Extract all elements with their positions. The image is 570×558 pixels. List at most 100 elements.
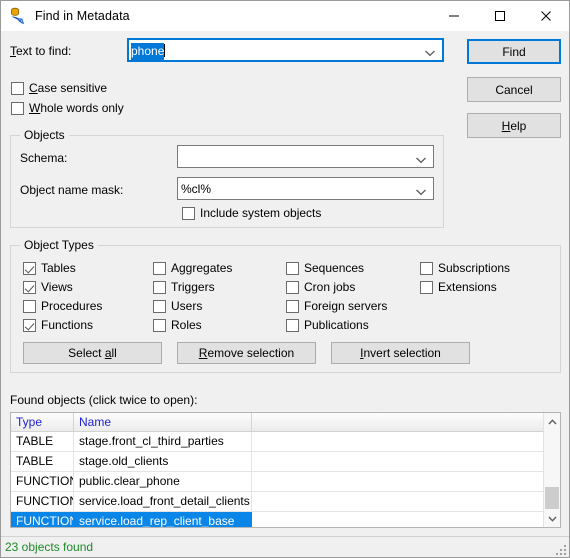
checkbox-box [23, 318, 36, 332]
object-type-label: Triggers [171, 280, 215, 294]
object-type-extensions[interactable]: Extensions [420, 280, 497, 294]
scrollbar-thumb[interactable] [545, 487, 559, 509]
cancel-button[interactable]: Cancel [467, 77, 561, 102]
find-button[interactable]: Find [467, 39, 561, 64]
cell-spacer [252, 472, 560, 491]
object-type-users[interactable]: Users [153, 299, 202, 313]
invert-selection-button[interactable]: Invert selection [331, 342, 470, 364]
object-types-group-legend: Object Types [20, 238, 98, 252]
column-header-name[interactable]: Name [74, 413, 252, 431]
object-type-label: Aggregates [171, 261, 233, 275]
cell-spacer [252, 492, 560, 511]
object-type-label: Tables [41, 261, 76, 275]
object-type-label: Foreign servers [304, 299, 388, 313]
list-header-row: Type Name [11, 413, 560, 432]
cell-type: FUNCTION [11, 512, 74, 527]
objects-group-legend: Objects [20, 128, 69, 142]
remove-selection-label: Remove selection [198, 346, 295, 360]
include-system-objects-checkbox[interactable]: Include system objects [182, 206, 321, 220]
object-type-aggregates[interactable]: Aggregates [153, 261, 232, 275]
object-type-label: Functions [41, 318, 94, 332]
found-objects-label: Found objects (click twice to open): [10, 393, 198, 407]
object-type-subscriptions[interactable]: Subscriptions [420, 261, 510, 275]
object-type-publications[interactable]: Publications [286, 318, 369, 332]
cell-type: FUNCTION [11, 472, 74, 491]
object-type-roles[interactable]: Roles [153, 318, 202, 332]
object-type-label: Cron jobs [304, 280, 356, 294]
cancel-button-label: Cancel [495, 82, 533, 97]
table-row[interactable]: FUNCTION service.load_rep_client_base [11, 512, 560, 527]
case-sensitive-label: Case sensitive [29, 81, 108, 95]
object-type-label: Publications [304, 318, 369, 332]
object-type-cron-jobs[interactable]: Cron jobs [286, 280, 355, 294]
schema-label: Schema: [20, 151, 68, 165]
objects-group: Objects Schema: Object name mask: %cl% I… [10, 128, 444, 228]
window-title: Find in Metadata [35, 9, 130, 23]
checkbox-box [286, 261, 299, 275]
cell-name: service.load_front_detail_clients [74, 492, 252, 511]
list-vertical-scrollbar[interactable] [543, 413, 560, 527]
table-row[interactable]: TABLE stage.old_clients [11, 452, 560, 472]
cell-name: service.load_rep_client_base [74, 512, 252, 527]
invert-selection-label: Invert selection [360, 346, 441, 360]
object-type-sequences[interactable]: Sequences [286, 261, 364, 275]
checkbox-box [153, 280, 166, 294]
table-row[interactable]: FUNCTION public.clear_phone [11, 472, 560, 492]
cell-type: TABLE [11, 452, 74, 471]
column-header-spacer[interactable] [252, 413, 560, 431]
object-types-group: Object Types Tables Views Procedures Fun… [10, 238, 561, 373]
object-type-functions[interactable]: Functions [23, 318, 93, 332]
chevron-down-icon[interactable] [415, 153, 427, 163]
checkbox-box [11, 81, 24, 95]
object-name-mask-label: Object name mask: [20, 183, 124, 197]
chevron-down-icon[interactable] [424, 46, 436, 57]
object-type-tables[interactable]: Tables [23, 261, 76, 275]
chevron-down-icon[interactable] [415, 185, 427, 195]
object-type-triggers[interactable]: Triggers [153, 280, 215, 294]
whole-words-only-checkbox[interactable]: Whole words only [11, 101, 124, 115]
minimize-button[interactable] [431, 1, 477, 31]
cell-name: public.clear_phone [74, 472, 252, 491]
cell-spacer [252, 432, 560, 451]
schema-combo[interactable] [177, 145, 434, 168]
checkbox-box [23, 280, 36, 294]
table-row[interactable]: TABLE stage.front_cl_third_parties [11, 432, 560, 452]
window-controls [431, 1, 569, 31]
table-row[interactable]: FUNCTION service.load_front_detail_clien… [11, 492, 560, 512]
checkbox-box [153, 299, 166, 313]
checkbox-box [286, 280, 299, 294]
search-input[interactable]: phone [127, 38, 444, 62]
found-objects-list[interactable]: Type Name TABLE stage.front_cl_third_par… [10, 412, 561, 528]
select-all-button[interactable]: Select all [23, 342, 162, 364]
object-type-label: Roles [171, 318, 202, 332]
cell-type: TABLE [11, 432, 74, 451]
object-type-procedures[interactable]: Procedures [23, 299, 102, 313]
object-type-foreign-servers[interactable]: Foreign servers [286, 299, 387, 313]
checkbox-box [153, 318, 166, 332]
scroll-down-icon[interactable] [544, 510, 560, 527]
checkbox-box [23, 299, 36, 313]
whole-words-only-label: Whole words only [29, 101, 124, 115]
checkbox-box [23, 261, 36, 275]
case-sensitive-checkbox[interactable]: Case sensitive [11, 81, 107, 95]
resize-grip[interactable] [554, 543, 566, 555]
checkbox-box [286, 299, 299, 313]
cell-spacer [252, 452, 560, 471]
help-button[interactable]: Help [467, 113, 561, 138]
remove-selection-button[interactable]: Remove selection [177, 342, 316, 364]
checkbox-box [11, 101, 24, 115]
cell-name: stage.front_cl_third_parties [74, 432, 252, 451]
cell-name: stage.old_clients [74, 452, 252, 471]
object-name-mask-value: %cl% [181, 181, 212, 196]
scroll-up-icon[interactable] [544, 413, 560, 430]
maximize-button[interactable] [477, 1, 523, 31]
column-header-type[interactable]: Type [11, 413, 74, 431]
checkbox-box [420, 261, 433, 275]
find-metadata-icon [9, 7, 27, 25]
checkbox-box [286, 318, 299, 332]
find-button-label: Find [502, 44, 526, 59]
object-name-mask-combo[interactable]: %cl% [177, 177, 434, 200]
close-button[interactable] [523, 1, 569, 31]
object-type-views[interactable]: Views [23, 280, 73, 294]
object-type-label: Views [41, 280, 73, 294]
